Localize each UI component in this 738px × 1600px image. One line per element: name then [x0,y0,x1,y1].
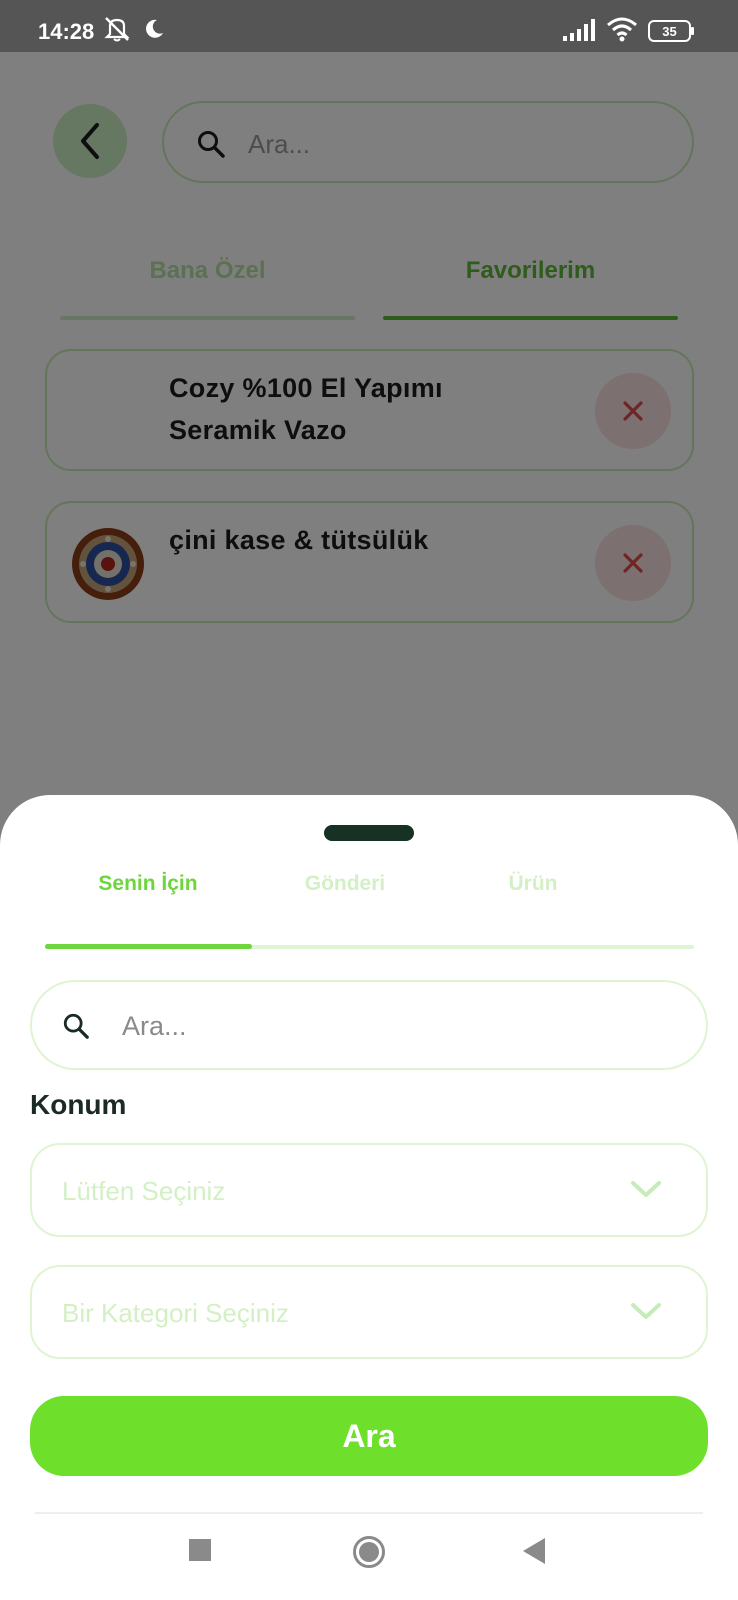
square-icon [189,1539,211,1561]
chevron-down-icon [630,1301,662,1326]
sheet-search-input[interactable]: Ara... [30,980,708,1070]
recent-apps-button[interactable] [188,1538,212,1567]
search-icon [62,1012,90,1045]
nav-divider [35,1512,703,1514]
location-select[interactable]: Lütfen Seçiniz [30,1143,708,1237]
triangle-back-icon [523,1538,545,1564]
battery-level: 35 [662,24,676,39]
tab-active-indicator [45,944,252,949]
sheet-drag-handle[interactable] [324,825,414,841]
wifi-icon [606,16,638,47]
location-select-value: Lütfen Seçiniz [62,1176,226,1206]
mute-icon [102,16,132,47]
tab-urun[interactable]: Ürün [438,872,628,896]
home-button[interactable] [352,1535,386,1574]
signal-icon [563,18,597,47]
status-bar: 14:28 35 [0,0,738,52]
tab-gonderi[interactable]: Gönderi [250,872,440,896]
sheet-search-placeholder: Ara... [122,1011,187,1041]
tab-senin-icin[interactable]: Senin İçin [53,872,243,896]
category-select[interactable]: Bir Kategori Seçiniz [30,1265,708,1359]
chevron-down-icon [630,1179,662,1204]
battery-icon: 35 [648,19,696,48]
moon-icon [143,18,165,45]
search-bottom-sheet: Senin İçin Gönderi Ürün Ara... Konum Lüt… [0,795,738,1600]
search-button[interactable]: Ara [30,1396,708,1476]
location-label: Konum [30,1089,127,1120]
category-select-value: Bir Kategori Seçiniz [62,1298,289,1328]
circle-icon [353,1536,385,1568]
status-time: 14:28 [38,19,95,44]
back-nav-button[interactable] [522,1537,546,1570]
